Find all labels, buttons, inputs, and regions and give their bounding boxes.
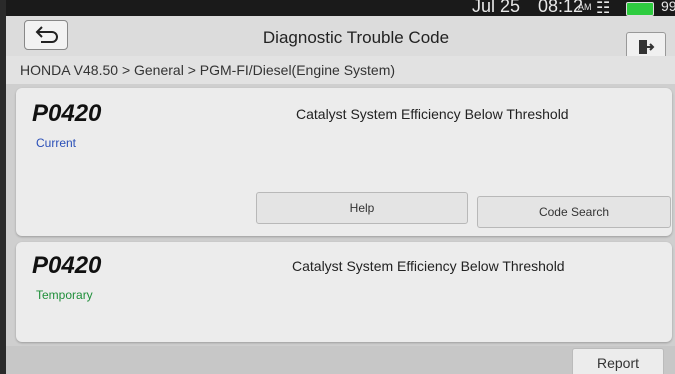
breadcrumb: HONDA V48.50 > General > PGM-FI/Diesel(E… [6, 56, 675, 84]
screen: Jul 25 08:12 AM ☷ 99 Diagnostic Trouble … [6, 0, 675, 374]
battery-icon [626, 2, 654, 16]
status-date: Jul 25 [472, 0, 521, 16]
status-bar: Jul 25 08:12 AM ☷ 99 [6, 0, 675, 17]
dtc-description: Catalyst System Efficiency Below Thresho… [296, 106, 569, 122]
title-bar: Diagnostic Trouble Code [6, 16, 675, 62]
status-ampm: AM [578, 2, 592, 12]
dtc-code: P0420 [32, 252, 102, 279]
page-title: Diagnostic Trouble Code [262, 28, 450, 47]
help-button[interactable]: Help [256, 192, 468, 224]
dtc-card: P0420 Catalyst System Efficiency Below T… [16, 88, 672, 236]
status-time: 08:12 [538, 0, 584, 16]
code-search-button[interactable]: Code Search [477, 196, 671, 228]
report-button[interactable]: Report [572, 348, 664, 374]
battery-level: 99 [661, 0, 675, 14]
back-arrow-icon [35, 26, 58, 43]
dtc-status: Current [36, 136, 77, 150]
back-button[interactable] [24, 20, 68, 50]
dtc-card: P0420 Catalyst System Efficiency Below T… [16, 242, 672, 342]
exit-icon [639, 40, 655, 54]
dtc-code: P0420 [32, 100, 102, 127]
dtc-status: Temporary [36, 288, 93, 302]
dtc-description: Catalyst System Efficiency Below Thresho… [292, 258, 565, 274]
